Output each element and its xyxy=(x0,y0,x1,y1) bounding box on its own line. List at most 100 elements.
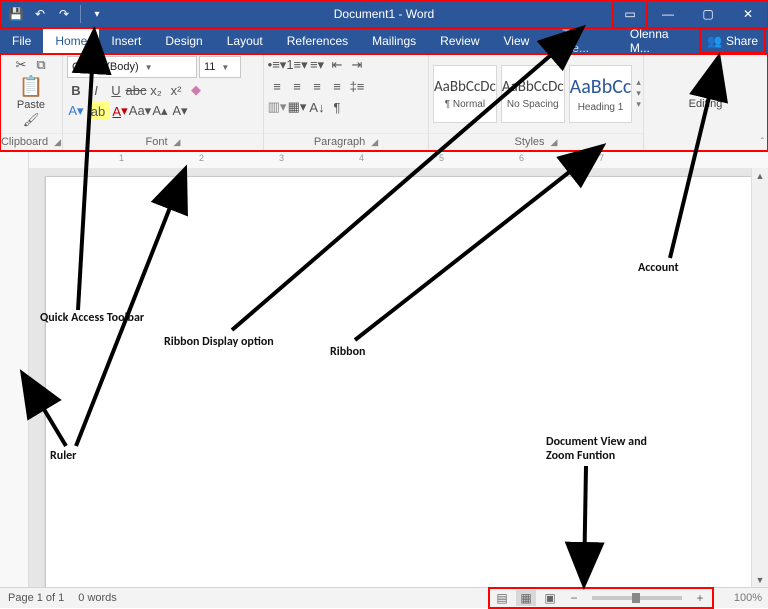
shading-icon[interactable]: ▥▾ xyxy=(268,98,286,116)
font-color-icon[interactable]: A▾ xyxy=(111,102,129,120)
scroll-up-icon[interactable]: ▲ xyxy=(752,168,768,184)
read-mode-icon[interactable]: ▤ xyxy=(492,590,512,606)
strikethrough-button[interactable]: abc xyxy=(127,81,145,99)
borders-icon[interactable]: ▦▾ xyxy=(288,98,306,116)
tab-file[interactable]: File xyxy=(0,28,43,54)
increase-indent-icon[interactable]: ⇥ xyxy=(348,56,366,74)
zoom-slider[interactable] xyxy=(592,596,682,600)
undo-icon[interactable]: ↶ xyxy=(30,4,50,24)
align-left-icon[interactable]: ≡ xyxy=(268,77,286,95)
tab-design[interactable]: Design xyxy=(153,28,214,54)
print-layout-icon[interactable]: ▦ xyxy=(516,590,536,606)
scroll-down-icon[interactable]: ▼ xyxy=(752,572,768,588)
editing-label: Editing xyxy=(689,98,723,110)
annotation-ruler: Ruler xyxy=(50,450,76,464)
zoom-percent[interactable]: 100% xyxy=(714,592,768,604)
clear-format-icon[interactable]: ◆ xyxy=(187,81,205,99)
annotation-ribbon-display: Ribbon Display option xyxy=(164,336,274,350)
share-button[interactable]: 👥 Share xyxy=(699,28,766,54)
align-right-icon[interactable]: ≡ xyxy=(308,77,326,95)
paragraph-dialog-launcher-icon[interactable]: ◢ xyxy=(371,137,378,148)
vertical-ruler[interactable] xyxy=(0,168,29,588)
status-page[interactable]: Page 1 of 1 xyxy=(8,592,64,604)
group-title-font: Font xyxy=(146,136,168,148)
save-icon[interactable]: 💾 xyxy=(6,4,26,24)
line-spacing-icon[interactable]: ‡≡ xyxy=(348,77,366,95)
group-font: Calibri (Body)▼ 11▼ B I U abc x₂ x² ◆ A▾… xyxy=(63,54,264,150)
numbering-icon[interactable]: 1≡▾ xyxy=(288,56,306,74)
close-button[interactable]: ✕ xyxy=(728,0,768,28)
document-page[interactable] xyxy=(45,176,751,588)
vertical-scrollbar[interactable]: ▲ ▼ xyxy=(751,168,768,588)
bold-button[interactable]: B xyxy=(67,81,85,99)
qat-separator xyxy=(80,5,81,23)
change-case-icon[interactable]: Aa▾ xyxy=(131,102,149,120)
tab-home[interactable]: Home xyxy=(43,28,99,54)
group-paragraph: •≡▾ 1≡▾ ≡▾ ⇤ ⇥ ≡ ≡ ≡ ≡ ‡≡ ▥▾ ▦▾ A↓ ¶ Par… xyxy=(264,54,429,150)
web-layout-icon[interactable]: ▣ xyxy=(540,590,560,606)
account-name[interactable]: Olenna M... xyxy=(618,28,699,54)
tab-view[interactable]: View xyxy=(492,28,542,54)
font-name-select[interactable]: Calibri (Body)▼ xyxy=(67,56,197,78)
tab-references[interactable]: References xyxy=(275,28,360,54)
clipboard-dialog-launcher-icon[interactable]: ◢ xyxy=(54,137,61,148)
editing-button[interactable]: 🔍 Editing xyxy=(689,78,723,110)
align-center-icon[interactable]: ≡ xyxy=(288,77,306,95)
document-area: ▲ ▼ xyxy=(0,168,768,588)
highlight-icon[interactable]: ab xyxy=(87,102,109,120)
style-normal[interactable]: AaBbCcDc¶ Normal xyxy=(433,65,497,123)
annotation-ribbon: Ribbon xyxy=(330,346,365,360)
ribbon-display-button[interactable]: ▭ xyxy=(612,0,648,29)
group-title-paragraph: Paragraph xyxy=(314,136,365,148)
window-controls: ▭ — ▢ ✕ xyxy=(612,0,768,29)
annotation-account: Account xyxy=(638,262,679,276)
text-effects-icon[interactable]: A▾ xyxy=(67,102,85,120)
tab-insert[interactable]: Insert xyxy=(99,28,153,54)
tab-mailings[interactable]: Mailings xyxy=(360,28,428,54)
style-heading1[interactable]: AaBbCcHeading 1 xyxy=(569,65,633,123)
show-marks-icon[interactable]: ¶ xyxy=(328,98,346,116)
group-clipboard: ✂ ⧉ 📋 Paste 🖌 Clipboard ◢ xyxy=(0,54,63,150)
collapse-ribbon-icon[interactable]: ˆ xyxy=(761,137,764,148)
bullets-icon[interactable]: •≡▾ xyxy=(268,56,286,74)
redo-icon[interactable]: ↷ xyxy=(54,4,74,24)
group-title-clipboard: Clipboard xyxy=(1,136,48,148)
maximize-button[interactable]: ▢ xyxy=(688,0,728,28)
styles-dialog-launcher-icon[interactable]: ◢ xyxy=(551,137,558,148)
tab-tell-me[interactable]: ♀ Tell me... xyxy=(541,28,618,54)
view-zoom-controls: ▤ ▦ ▣ − + xyxy=(488,587,714,609)
font-dialog-launcher-icon[interactable]: ◢ xyxy=(174,137,181,148)
title-bar: 💾 ↶ ↷ ▾ Document1 - Word ▭ — ▢ ✕ xyxy=(0,0,768,28)
tab-review[interactable]: Review xyxy=(428,28,491,54)
format-painter-icon[interactable]: 🖌 xyxy=(22,111,40,129)
cut-icon[interactable]: ✂ xyxy=(12,56,30,74)
justify-icon[interactable]: ≡ xyxy=(328,77,346,95)
status-words[interactable]: 0 words xyxy=(78,592,117,604)
qat-customize-icon[interactable]: ▾ xyxy=(87,4,107,24)
annotation-qat: Quick Access Toolbar xyxy=(40,312,144,326)
quick-access-toolbar: 💾 ↶ ↷ ▾ xyxy=(0,4,107,24)
status-bar: Page 1 of 1 0 words ▤ ▦ ▣ − + 100% xyxy=(0,587,768,608)
italic-button[interactable]: I xyxy=(87,81,105,99)
decrease-indent-icon[interactable]: ⇤ xyxy=(328,56,346,74)
paste-button[interactable]: 📋 Paste xyxy=(17,74,45,111)
ribbon-tabs: File Home Insert Design Layout Reference… xyxy=(0,28,768,54)
zoom-out-button[interactable]: − xyxy=(564,590,584,606)
group-title-styles: Styles xyxy=(515,136,545,148)
zoom-in-button[interactable]: + xyxy=(690,590,710,606)
subscript-button[interactable]: x₂ xyxy=(147,81,165,99)
copy-icon[interactable]: ⧉ xyxy=(32,56,50,74)
multilevel-icon[interactable]: ≡▾ xyxy=(308,56,326,74)
tab-layout[interactable]: Layout xyxy=(215,28,275,54)
grow-font-icon[interactable]: A▴ xyxy=(151,102,169,120)
shrink-font-icon[interactable]: A▾ xyxy=(171,102,189,120)
style-no-spacing[interactable]: AaBbCcDcNo Spacing xyxy=(501,65,565,123)
font-size-select[interactable]: 11▼ xyxy=(199,56,241,78)
minimize-button[interactable]: — xyxy=(648,0,688,28)
underline-button[interactable]: U xyxy=(107,81,125,99)
superscript-button[interactable]: x² xyxy=(167,81,185,99)
styles-gallery-more[interactable]: ▴▾▾ xyxy=(636,77,641,110)
annotation-viewzoom: Document View and Zoom Funtion xyxy=(546,436,676,464)
sort-icon[interactable]: A↓ xyxy=(308,98,326,116)
group-styles: AaBbCcDc¶ Normal AaBbCcDcNo Spacing AaBb… xyxy=(429,54,644,150)
